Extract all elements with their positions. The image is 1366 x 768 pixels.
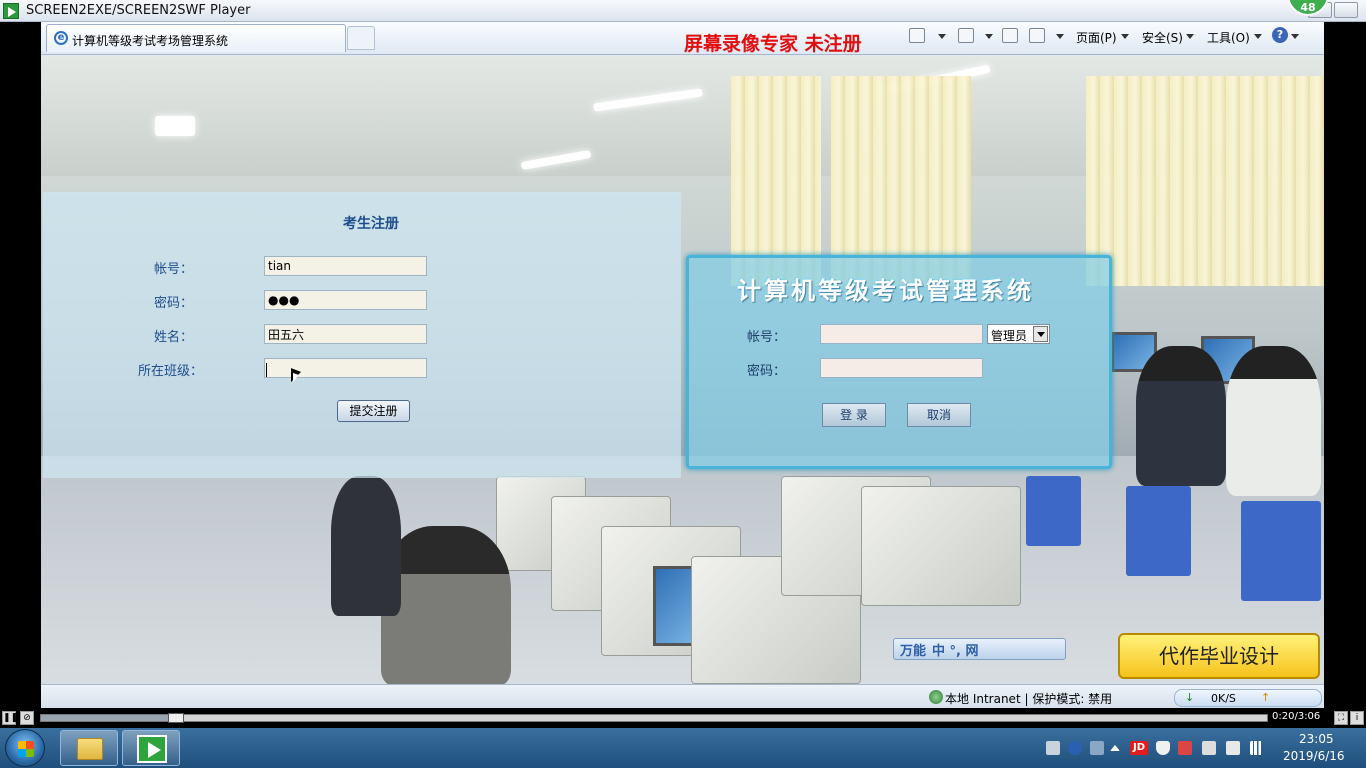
feeds-icon[interactable] — [958, 28, 974, 43]
player-controls: ❚❚ ⊘ 0:20/3:06 ⛶ i — [0, 708, 1366, 728]
blue-stool — [1241, 501, 1321, 601]
browser-toolbar: e 计算机等级考试考场管理系统 屏幕录像专家 未注册 页面(P) 安全(S) 工… — [41, 22, 1324, 55]
player-titlebar: SCREEN2EXE/SCREEN2SWF Player — [0, 0, 1366, 22]
promo-banner[interactable]: 代作毕业设计 — [1118, 633, 1320, 679]
browser-window: e 计算机等级考试考场管理系统 屏幕录像专家 未注册 页面(P) 安全(S) 工… — [41, 22, 1324, 708]
menu-safety[interactable]: 安全(S) — [1142, 29, 1183, 46]
clock-date[interactable]: 2019/6/16 — [1283, 749, 1345, 763]
chevron-down-icon[interactable] — [1033, 326, 1048, 342]
show-hidden-icons-icon[interactable] — [1110, 745, 1120, 751]
submit-registration-button[interactable]: 提交注册 — [337, 400, 410, 422]
upload-arrow-icon: ↑ — [1261, 691, 1271, 704]
security-zone-text: 本地 Intranet | 保护模式: 禁用 — [945, 692, 1113, 706]
notification-bell-icon[interactable] — [1156, 741, 1170, 755]
progress-track[interactable] — [40, 713, 1268, 723]
login-title: 计算机等级考试管理系统 — [737, 276, 1034, 305]
menu-tools[interactable]: 工具(O) — [1207, 29, 1250, 46]
recorder-watermark: 屏幕录像专家 未注册 — [684, 33, 862, 55]
folder-icon — [77, 738, 103, 760]
clock-time[interactable]: 23:05 — [1299, 732, 1334, 746]
ime-mode-chars: 中 °, 网 — [932, 643, 979, 659]
signal-icon[interactable] — [1250, 741, 1264, 755]
login-password-label: 密码： — [747, 364, 787, 379]
tab-title: 计算机等级考试考场管理系统 — [72, 34, 229, 48]
security-tray-icon[interactable] — [1178, 741, 1192, 755]
reg-class-input[interactable] — [264, 358, 427, 378]
print-icon[interactable] — [1029, 28, 1045, 43]
student-figure — [1226, 346, 1321, 496]
mouse-pointer-fill — [293, 372, 299, 385]
home-icon[interactable] — [909, 28, 925, 43]
help-tray-icon[interactable] — [1068, 741, 1082, 755]
help-icon[interactable]: ? — [1272, 27, 1288, 43]
login-panel: 计算机等级考试管理系统 帐号： 管理员 密码： 登 录 取消 — [686, 255, 1112, 469]
volume-muted-icon[interactable] — [1202, 741, 1216, 755]
login-account-label: 帐号： — [747, 330, 787, 345]
keyboard-icon[interactable] — [1046, 741, 1060, 755]
reg-account-label: 帐号： — [153, 262, 193, 277]
registration-title: 考生注册 — [343, 216, 399, 232]
page-content: 考生注册 帐号： 密码： ●●● 姓名： 所在班级： 提交注册 计算机等级考试管… — [41, 56, 1324, 684]
reg-name-input[interactable] — [264, 324, 427, 344]
chevron-down-icon[interactable] — [1186, 34, 1194, 39]
info-icon[interactable]: i — [1350, 711, 1364, 725]
network-speed-value: 0K/S — [1211, 692, 1236, 705]
ime-toolbar[interactable]: 万能 中 °, 网 — [893, 638, 1066, 660]
blue-stool — [1126, 486, 1191, 576]
login-password-input[interactable] — [820, 358, 983, 378]
taskbar-screen2exe[interactable] — [122, 730, 180, 766]
network-disabled-icon[interactable] — [1226, 741, 1240, 755]
text-cursor — [266, 363, 267, 377]
login-button[interactable]: 登 录 — [822, 403, 886, 427]
reg-name-label: 姓名： — [153, 330, 193, 345]
start-button[interactable] — [5, 729, 45, 767]
chevron-down-icon[interactable] — [1056, 34, 1064, 39]
input-tray-icon[interactable] — [1090, 741, 1104, 755]
new-tab-button[interactable] — [347, 26, 375, 50]
chevron-down-icon[interactable] — [1121, 34, 1129, 39]
reg-password-input[interactable]: ●●● — [264, 290, 427, 310]
login-account-input[interactable] — [820, 324, 983, 344]
download-arrow-icon: ↓ — [1185, 691, 1195, 704]
playback-time: 0:20/3:06 — [1272, 711, 1321, 722]
mail-icon[interactable] — [1002, 28, 1018, 43]
chevron-down-icon[interactable] — [1291, 34, 1299, 39]
window-title: SCREEN2EXE/SCREEN2SWF Player — [26, 3, 251, 18]
registration-panel: 考生注册 帐号： 密码： ●●● 姓名： 所在班级： 提交注册 — [43, 192, 681, 478]
reg-password-label: 密码： — [153, 296, 193, 311]
pause-icon[interactable]: ❚❚ — [2, 711, 18, 725]
screen2exe-icon — [137, 735, 167, 763]
chevron-down-icon[interactable] — [985, 34, 993, 39]
reg-class-label: 所在班级： — [137, 364, 203, 379]
window-curtain — [1086, 76, 1324, 286]
progress-fill — [41, 715, 176, 721]
role-selected-value: 管理员 — [991, 329, 1028, 343]
network-speed-widget: ↓ 0K/S ↑ — [1174, 689, 1322, 707]
chevron-down-icon[interactable] — [1254, 34, 1262, 39]
fullscreen-icon[interactable]: ⛶ — [1334, 711, 1348, 725]
ime-name: 万能 — [900, 643, 927, 659]
student-figure — [1136, 346, 1226, 486]
jd-icon[interactable]: JD — [1130, 741, 1148, 755]
windows-taskbar: JD 23:05 2019/6/16 — [0, 728, 1366, 768]
settings-icon[interactable]: ⊘ — [20, 711, 34, 725]
chevron-down-icon[interactable] — [938, 34, 946, 39]
browser-statusbar: 本地 Intranet | 保护模式: 禁用 ↓ 0K/S ↑ — [41, 684, 1324, 708]
blue-stool — [1026, 476, 1081, 546]
browser-tab[interactable]: e 计算机等级考试考场管理系统 — [46, 24, 346, 52]
cancel-button[interactable]: 取消 — [907, 403, 971, 427]
menu-page[interactable]: 页面(P) — [1076, 29, 1117, 46]
student-figure — [331, 476, 401, 616]
progress-thumb[interactable] — [167, 713, 184, 723]
role-select[interactable]: 管理员 — [987, 324, 1050, 344]
taskbar-explorer[interactable] — [60, 730, 118, 766]
computer-monitor — [861, 486, 1021, 606]
maximize-button[interactable] — [1334, 2, 1358, 18]
intranet-zone-icon — [929, 690, 943, 704]
screen2exe-app-icon — [3, 3, 19, 19]
reg-account-input[interactable] — [264, 256, 427, 276]
ceiling-light — [155, 116, 195, 136]
ie-icon: e — [54, 31, 68, 45]
